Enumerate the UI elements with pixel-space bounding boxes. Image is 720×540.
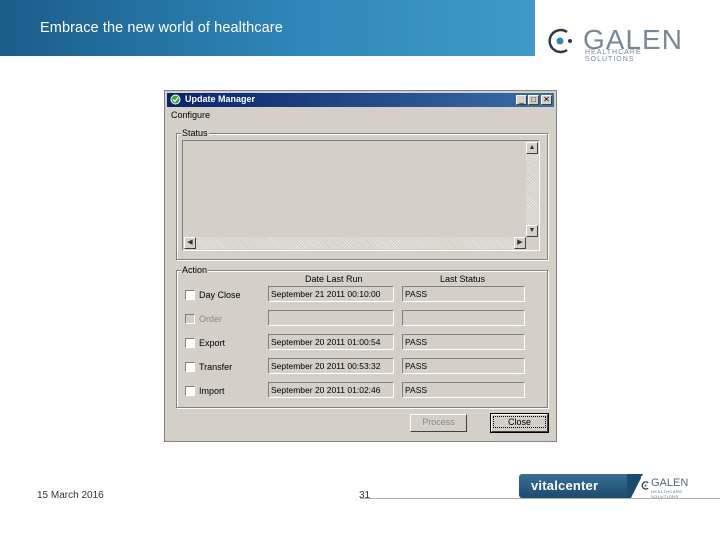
order-label: Order: [199, 314, 223, 324]
import-checkbox[interactable]: [185, 386, 195, 396]
app-icon: [170, 94, 181, 105]
order-date-field: [268, 310, 394, 326]
transfer-status-field: PASS: [402, 358, 525, 374]
scroll-right-button[interactable]: ▶: [514, 237, 526, 249]
import-status-field: PASS: [402, 382, 525, 398]
export-checkbox[interactable]: [185, 338, 195, 348]
transfer-checkbox[interactable]: [185, 362, 195, 372]
vitalcenter-bar: vitalcenter: [519, 474, 629, 498]
close-button[interactable]: Close: [490, 413, 549, 433]
arrow-up-icon: ▲: [528, 144, 536, 151]
status-group-label: Status: [181, 128, 209, 138]
footer-page-number: 31: [359, 490, 371, 501]
banner-title: Embrace the new world of healthcare: [40, 20, 283, 36]
galen-logo-mark-icon: [548, 28, 572, 54]
export-label: Export: [199, 338, 226, 348]
arrow-right-icon: ▶: [517, 239, 523, 246]
vitalcenter-galen-mark: GALEN HEALTHCARE SOLUTIONS: [641, 476, 689, 499]
maximize-button[interactable]: □: [528, 95, 539, 105]
galen-logo: GALEN HEALTHCARE SOLUTIONS: [541, 20, 691, 63]
close-button-label: Close: [492, 416, 546, 428]
import-date-field: September 20 2011 01:02:46: [268, 382, 394, 398]
day-close-label: Day Close: [199, 290, 241, 300]
transfer-label: Transfer: [199, 362, 233, 372]
close-window-button[interactable]: ✕: [541, 95, 552, 105]
title-bar[interactable]: Update Manager _ □ ✕: [167, 93, 554, 107]
order-checkbox[interactable]: [185, 314, 195, 324]
maximize-icon: □: [531, 95, 536, 104]
transfer-date-field: September 20 2011 00:53:32: [268, 358, 394, 374]
day-close-date-field: September 21 2011 00:10:00: [268, 286, 394, 302]
footer-date: 15 March 2016: [37, 490, 104, 501]
vertical-scrollbar[interactable]: [526, 142, 538, 237]
galen-small-icon: [641, 481, 649, 490]
arrow-left-icon: ◀: [187, 239, 193, 246]
small-galen-word: GALEN: [651, 477, 689, 489]
horizontal-scrollbar[interactable]: [184, 237, 526, 249]
minimize-button[interactable]: _: [516, 95, 527, 105]
date-last-run-header: Date Last Run: [305, 274, 363, 284]
day-close-status-field: PASS: [402, 286, 525, 302]
scroll-left-button[interactable]: ◀: [184, 237, 196, 249]
vitalcenter-logo: vitalcenter GALEN HEALTHCARE SOLUTIONS: [519, 474, 689, 499]
window-title: Update Manager: [185, 94, 256, 104]
small-galen-subtitle: HEALTHCARE SOLUTIONS: [651, 489, 683, 499]
slide-banner: Embrace the new world of healthcare: [0, 0, 535, 56]
menu-configure[interactable]: Configure: [171, 110, 210, 120]
export-date-field: September 20 2011 01:00:54: [268, 334, 394, 350]
import-label: Import: [199, 386, 225, 396]
arrow-down-icon: ▼: [528, 227, 536, 234]
scroll-up-button[interactable]: ▲: [526, 142, 538, 154]
scroll-down-button[interactable]: ▼: [526, 225, 538, 237]
close-icon: ✕: [543, 95, 550, 104]
action-group-label: Action: [181, 265, 209, 275]
export-status-field: PASS: [402, 334, 525, 350]
last-status-header: Last Status: [440, 274, 486, 284]
status-log[interactable]: ▲ ▼ ◀ ▶: [182, 140, 540, 251]
minimize-icon: _: [519, 95, 524, 104]
day-close-checkbox[interactable]: [185, 290, 195, 300]
vitalcenter-wordmark: vitalcenter: [531, 478, 599, 493]
process-button[interactable]: Process: [410, 414, 467, 432]
order-status-field: [402, 310, 525, 326]
logo-subtitle: HEALTHCARE SOLUTIONS: [585, 49, 642, 63]
